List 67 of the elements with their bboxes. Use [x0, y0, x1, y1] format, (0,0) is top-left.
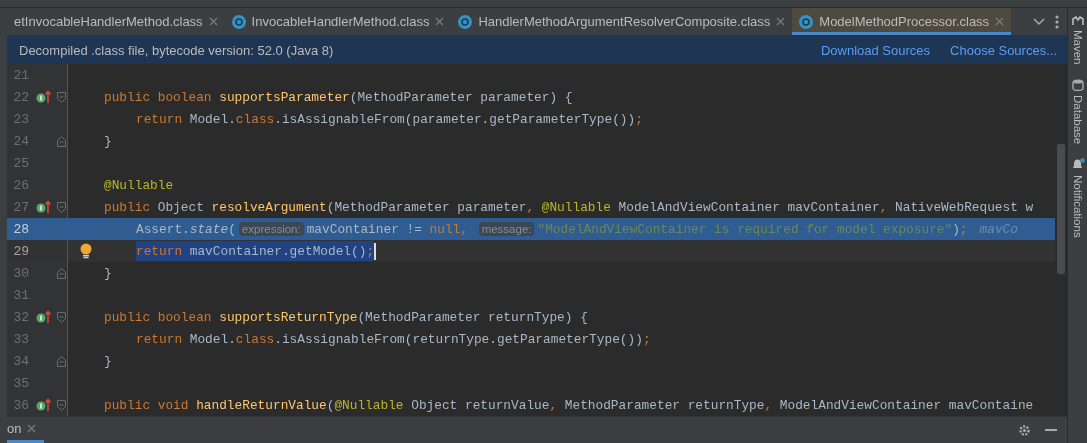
close-icon[interactable]: [27, 424, 37, 433]
tool-window-button[interactable]: Notifications: [1070, 153, 1085, 242]
bell-icon: [1070, 157, 1085, 171]
close-icon[interactable]: [208, 17, 218, 26]
close-icon[interactable]: [435, 17, 445, 26]
code-line: public boolean supportsParameter(MethodParameter parameter) {: [104, 88, 573, 107]
code-line: return Model.class.isAssignableFrom(returnType.getParameterType());: [136, 330, 651, 349]
line-number: 34: [12, 353, 29, 369]
implements-icon[interactable]: [36, 310, 52, 324]
code-line: @Nullable: [104, 176, 174, 195]
line-number: 30: [12, 265, 29, 281]
tool-window-button[interactable]: Database: [1071, 74, 1084, 148]
line-number: 28: [12, 221, 29, 237]
editor-tab[interactable]: HandlerMethodArgumentResolverComposite.class: [451, 8, 793, 35]
editor-tab[interactable]: ModelMethodProcessor.class: [792, 8, 1012, 35]
editor-tab[interactable]: etInvocableHandlerMethod.class: [7, 8, 225, 35]
maven-icon: [1071, 16, 1084, 26]
code-line: "ModelAndViewContainer is required for model exposure"); mavCo: [537, 220, 1018, 239]
line-number: 33: [12, 331, 29, 347]
line-number: 25: [12, 155, 29, 171]
line-number: 31: [12, 287, 29, 303]
code-line: public boolean supportsReturnType(MethodParameter returnType) {: [104, 308, 588, 327]
inlay-hint: message:: [478, 222, 535, 236]
fold-marker-icon[interactable]: [56, 399, 66, 411]
more-icon[interactable]: [1055, 14, 1059, 29]
database-icon: [1071, 78, 1084, 91]
line-number: 24: [12, 133, 29, 149]
code-line: }: [104, 264, 112, 283]
fold-marker-icon[interactable]: [56, 201, 66, 213]
close-icon[interactable]: [995, 17, 1005, 26]
tool-window-tab[interactable]: on: [7, 417, 45, 443]
lightbulb-icon[interactable]: [80, 243, 92, 259]
line-number: 22: [12, 89, 29, 105]
selected-code: return mavContainer.getModel();: [136, 241, 375, 261]
tool-window-button[interactable]: Maven: [1071, 12, 1084, 69]
code-line: }: [104, 352, 112, 371]
line-number: 23: [12, 111, 29, 127]
fold-marker-icon[interactable]: [56, 355, 66, 367]
banner-link[interactable]: Choose Sources...: [950, 42, 1057, 58]
code-line: }: [104, 132, 112, 151]
fold-marker-icon[interactable]: [56, 267, 66, 279]
scrollbar-thumb[interactable]: [1057, 144, 1065, 274]
code-line: mavContainer != null,: [306, 220, 469, 239]
fold-marker-icon[interactable]: [56, 311, 66, 323]
line-number: 26: [12, 177, 29, 193]
inlay-hint: expression:: [238, 222, 304, 236]
line-number: 32: [12, 309, 29, 325]
line-number: 35: [12, 375, 29, 391]
close-icon[interactable]: [776, 17, 786, 26]
editor-tab[interactable]: InvocableHandlerMethod.class: [224, 8, 452, 35]
line-number: 27: [12, 199, 29, 215]
chevron-down-icon[interactable]: [1033, 17, 1045, 26]
implements-icon[interactable]: [36, 398, 52, 412]
implements-icon[interactable]: [36, 200, 52, 214]
line-number: 21: [12, 67, 29, 83]
line-number: 29: [12, 243, 29, 259]
fold-marker-icon[interactable]: [56, 91, 66, 103]
banner-text: Decompiled .class file, bytecode version: 52.0 (Java 8): [19, 42, 335, 58]
banner-link[interactable]: Download Sources: [820, 42, 931, 58]
code-line: public Object resolveArgument(MethodParameter parameter, @Nullable ModelAndViewContainer mavContainer, NativeWebRequest w: [104, 198, 1034, 217]
implements-icon[interactable]: [36, 90, 52, 104]
line-number: 36: [12, 397, 29, 413]
code-line: public void handleReturnValue(@Nullable Object returnValue, MethodParameter returnType, ModelAndViewContainer mavContaine: [104, 396, 1034, 415]
settings-icon[interactable]: [1018, 423, 1031, 437]
fold-marker-icon[interactable]: [56, 135, 66, 147]
code-line: Assert.state(: [136, 220, 236, 239]
code-line: return Model.class.isAssignableFrom(parameter.getParameterType());: [136, 110, 643, 129]
